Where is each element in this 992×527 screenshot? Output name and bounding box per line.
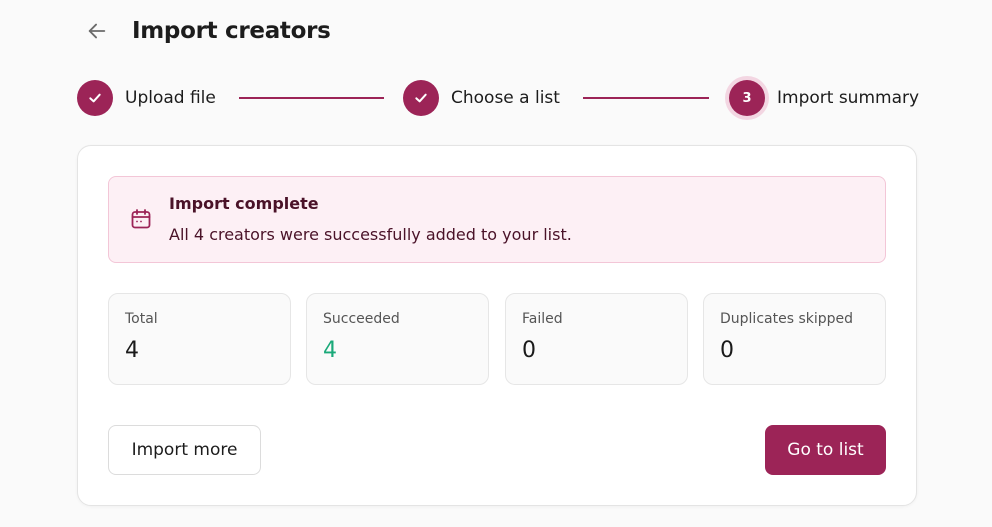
stat-value: 4 [125,338,139,363]
calendar-icon [131,209,151,229]
step-connector [239,97,384,99]
step-label: Choose a list [451,88,560,108]
step-completed-marker [403,80,439,116]
step-label: Import summary [777,88,920,108]
stat-failed: Failed 0 [505,293,688,385]
import-complete-alert: Import complete All 4 creators were succ… [108,176,886,263]
page-header: Import creators [84,14,331,48]
step-choose-list: Choose a list [403,80,560,116]
import-more-button[interactable]: Import more [108,425,261,475]
check-icon [415,93,427,103]
stat-total: Total 4 [108,293,291,385]
stat-label: Failed [522,311,563,327]
stat-label: Total [125,311,158,327]
check-icon [89,93,101,103]
import-stepper: Upload file Choose a list 3 Import summa… [77,80,919,116]
stat-duplicates-skipped: Duplicates skipped 0 [703,293,886,385]
stat-label: Duplicates skipped [720,311,854,327]
step-upload-file: Upload file [77,80,216,116]
alert-message: All 4 creators were successfully added t… [169,225,572,244]
step-import-summary: 3 Import summary [729,80,919,116]
stat-label: Succeeded [323,311,400,327]
alert-title: Import complete [169,194,319,213]
stat-value: 4 [323,338,337,363]
back-button[interactable] [84,18,110,44]
stat-value: 0 [720,338,734,363]
import-summary-card: Import complete All 4 creators were succ… [77,145,917,506]
import-stats: Total 4 Succeeded 4 Failed 0 Duplicates … [108,293,886,385]
step-completed-marker [77,80,113,116]
page-title: Import creators [132,18,331,44]
stat-value: 0 [522,338,536,363]
arrow-left-icon [88,23,106,39]
stat-succeeded: Succeeded 4 [306,293,489,385]
step-connector [583,97,709,99]
step-label: Upload file [125,88,216,108]
go-to-list-button[interactable]: Go to list [765,425,886,475]
step-number-marker: 3 [729,80,765,116]
